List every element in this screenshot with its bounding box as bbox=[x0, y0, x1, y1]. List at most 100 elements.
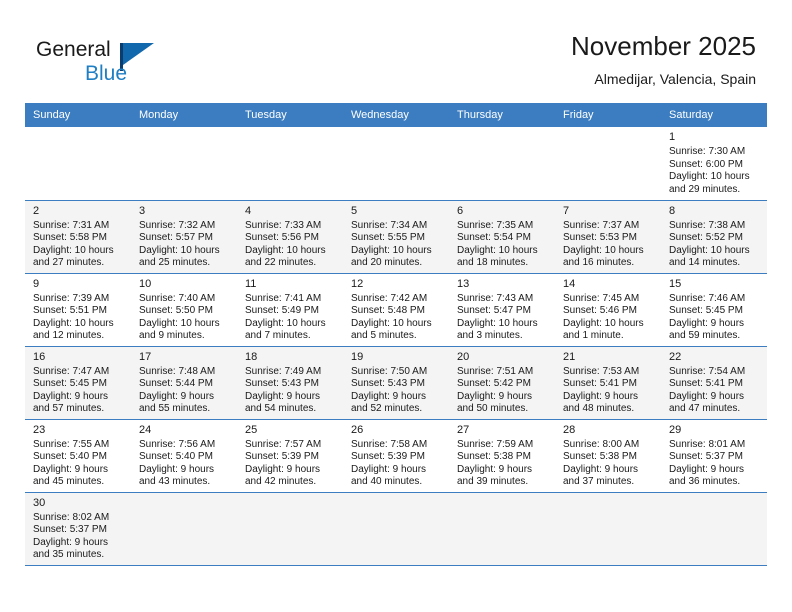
calendar-cell-empty bbox=[555, 492, 661, 566]
daylight-text-line1: Daylight: 9 hours bbox=[669, 317, 745, 329]
calendar-cell-empty bbox=[449, 127, 555, 201]
sunset-text: Sunset: 5:45 PM bbox=[33, 378, 107, 390]
daylight-text-line2: and 36 minutes. bbox=[669, 476, 741, 488]
daylight-text-line2: and 3 minutes. bbox=[457, 330, 523, 342]
calendar-day-cell[interactable]: 10 Sunrise: 7:40 AM Sunset: 5:50 PM Dayligh… bbox=[131, 273, 237, 347]
day-sun-info: Sunrise: 7:55 AM Sunset: 5:40 PM Daylight:… bbox=[33, 439, 123, 489]
calendar-day-cell[interactable]: 8 Sunrise: 7:38 AM Sunset: 5:52 PM Daylight… bbox=[661, 200, 767, 274]
daylight-text-line2: and 5 minutes. bbox=[351, 330, 417, 342]
calendar-day-cell[interactable]: 6 Sunrise: 7:35 AM Sunset: 5:54 PM Daylight… bbox=[449, 200, 555, 274]
daylight-text-line2: and 1 minute. bbox=[563, 330, 624, 342]
calendar-day-cell[interactable]: 12 Sunrise: 7:42 AM Sunset: 5:48 PM Dayligh… bbox=[343, 273, 449, 347]
day-cell-content: 29 Sunrise: 8:01 AM Sunset: 5:37 PM Dayligh… bbox=[661, 420, 767, 489]
calendar-day-cell[interactable]: 28 Sunrise: 8:00 AM Sunset: 5:38 PM Dayligh… bbox=[555, 419, 661, 493]
daylight-text-line2: and 47 minutes. bbox=[669, 403, 741, 415]
brand-logo[interactable]: General Blue bbox=[36, 38, 176, 90]
calendar-day-cell[interactable]: 16 Sunrise: 7:47 AM Sunset: 5:45 PM Dayligh… bbox=[25, 346, 131, 420]
day-cell-content: 11 Sunrise: 7:41 AM Sunset: 5:49 PM Dayligh… bbox=[237, 274, 343, 343]
calendar-day-cell[interactable]: 18 Sunrise: 7:49 AM Sunset: 5:43 PM Dayligh… bbox=[237, 346, 343, 420]
calendar-day-cell[interactable]: 23 Sunrise: 7:55 AM Sunset: 5:40 PM Dayligh… bbox=[25, 419, 131, 493]
day-cell-content: 9 Sunrise: 7:39 AM Sunset: 5:51 PM Daylight… bbox=[25, 274, 131, 343]
day-cell-content: 13 Sunrise: 7:43 AM Sunset: 5:47 PM Dayligh… bbox=[449, 274, 555, 343]
calendar-body: 1 Sunrise: 7:30 AM Sunset: 6:00 PM Daylight… bbox=[25, 127, 767, 566]
calendar-day-cell[interactable]: 9 Sunrise: 7:39 AM Sunset: 5:51 PM Daylight… bbox=[25, 273, 131, 347]
calendar-cell-empty bbox=[343, 127, 449, 201]
day-sun-info: Sunrise: 7:51 AM Sunset: 5:42 PM Daylight:… bbox=[457, 366, 547, 416]
daylight-text-line2: and 54 minutes. bbox=[245, 403, 317, 415]
sunrise-text: Sunrise: 7:30 AM bbox=[669, 146, 746, 157]
calendar-day-cell[interactable]: 11 Sunrise: 7:41 AM Sunset: 5:49 PM Dayligh… bbox=[237, 273, 343, 347]
sunrise-text: Sunrise: 7:57 AM bbox=[245, 438, 322, 450]
daylight-text-line2: and 48 minutes. bbox=[563, 403, 635, 415]
day-cell-content: 27 Sunrise: 7:59 AM Sunset: 5:38 PM Dayligh… bbox=[449, 420, 555, 489]
daylight-text-line2: and 7 minutes. bbox=[245, 330, 311, 342]
calendar-day-cell[interactable]: 25 Sunrise: 7:57 AM Sunset: 5:39 PM Dayligh… bbox=[237, 419, 343, 493]
calendar-day-cell[interactable]: 17 Sunrise: 7:48 AM Sunset: 5:44 PM Dayligh… bbox=[131, 346, 237, 420]
calendar-day-cell[interactable]: 27 Sunrise: 7:59 AM Sunset: 5:38 PM Dayligh… bbox=[449, 419, 555, 493]
page-header: General Blue November 2025 Almedijar, Va… bbox=[0, 0, 792, 103]
calendar-day-cell[interactable]: 3 Sunrise: 7:32 AM Sunset: 5:57 PM Daylight… bbox=[131, 200, 237, 274]
day-sun-info: Sunrise: 7:57 AM Sunset: 5:39 PM Daylight:… bbox=[245, 439, 335, 489]
daylight-text-line2: and 52 minutes. bbox=[351, 403, 423, 415]
day-cell-content: 7 Sunrise: 7:37 AM Sunset: 5:53 PM Daylight… bbox=[555, 201, 661, 270]
day-number: 19 bbox=[351, 350, 364, 363]
daylight-text-line1: Daylight: 9 hours bbox=[351, 390, 427, 402]
calendar-day-cell[interactable]: 5 Sunrise: 7:34 AM Sunset: 5:55 PM Daylight… bbox=[343, 200, 449, 274]
calendar-day-cell[interactable]: 29 Sunrise: 8:01 AM Sunset: 5:37 PM Dayligh… bbox=[661, 419, 767, 493]
calendar-day-cell[interactable]: 30 Sunrise: 8:02 AM Sunset: 5:37 PM Dayligh… bbox=[25, 492, 131, 566]
calendar-day-cell[interactable]: 26 Sunrise: 7:58 AM Sunset: 5:39 PM Dayligh… bbox=[343, 419, 449, 493]
sunset-text: Sunset: 5:48 PM bbox=[351, 305, 425, 317]
calendar-day-cell[interactable]: 14 Sunrise: 7:45 AM Sunset: 5:46 PM Dayligh… bbox=[555, 273, 661, 347]
day-sun-info: Sunrise: 8:00 AM Sunset: 5:38 PM Daylight:… bbox=[563, 439, 653, 489]
calendar-day-cell[interactable]: 20 Sunrise: 7:51 AM Sunset: 5:42 PM Dayligh… bbox=[449, 346, 555, 420]
day-sun-info: Sunrise: 7:49 AM Sunset: 5:43 PM Daylight:… bbox=[245, 366, 335, 416]
calendar-cell-empty bbox=[555, 127, 661, 201]
calendar-day-cell[interactable]: 24 Sunrise: 7:56 AM Sunset: 5:40 PM Dayligh… bbox=[131, 419, 237, 493]
daylight-text-line2: and 55 minutes. bbox=[139, 403, 211, 415]
day-number: 10 bbox=[139, 277, 152, 290]
sunset-text: Sunset: 5:45 PM bbox=[669, 305, 743, 317]
day-sun-info: Sunrise: 7:53 AM Sunset: 5:41 PM Daylight:… bbox=[563, 366, 653, 416]
sunset-text: Sunset: 5:55 PM bbox=[351, 232, 425, 244]
calendar-day-cell[interactable]: 13 Sunrise: 7:43 AM Sunset: 5:47 PM Dayligh… bbox=[449, 273, 555, 347]
sunset-text: Sunset: 5:47 PM bbox=[457, 305, 531, 317]
daylight-text-line1: Daylight: 9 hours bbox=[669, 463, 745, 475]
day-cell-content: 25 Sunrise: 7:57 AM Sunset: 5:39 PM Dayligh… bbox=[237, 420, 343, 489]
sunset-text: Sunset: 5:57 PM bbox=[139, 232, 213, 244]
daylight-text-line1: Daylight: 9 hours bbox=[563, 463, 639, 475]
calendar-cell-empty bbox=[237, 492, 343, 566]
daylight-text-line2: and 12 minutes. bbox=[33, 330, 105, 342]
calendar-day-cell[interactable]: 7 Sunrise: 7:37 AM Sunset: 5:53 PM Daylight… bbox=[555, 200, 661, 274]
sunrise-text: Sunrise: 7:56 AM bbox=[139, 438, 216, 450]
sunrise-text: Sunrise: 7:59 AM bbox=[457, 438, 534, 450]
calendar-day-cell[interactable]: 21 Sunrise: 7:53 AM Sunset: 5:41 PM Dayligh… bbox=[555, 346, 661, 420]
day-number: 11 bbox=[245, 277, 257, 290]
day-cell-content: 26 Sunrise: 7:58 AM Sunset: 5:39 PM Dayligh… bbox=[343, 420, 449, 489]
calendar-day-cell[interactable]: 19 Sunrise: 7:50 AM Sunset: 5:43 PM Dayligh… bbox=[343, 346, 449, 420]
calendar-day-cell[interactable]: 22 Sunrise: 7:54 AM Sunset: 5:41 PM Dayligh… bbox=[661, 346, 767, 420]
sunset-text: Sunset: 5:38 PM bbox=[457, 451, 531, 463]
day-sun-info: Sunrise: 7:45 AM Sunset: 5:46 PM Daylight:… bbox=[563, 293, 653, 343]
calendar-day-cell[interactable]: 4 Sunrise: 7:33 AM Sunset: 5:56 PM Daylight… bbox=[237, 200, 343, 274]
day-sun-info: Sunrise: 7:31 AM Sunset: 5:58 PM Daylight:… bbox=[33, 220, 123, 270]
daylight-text-line1: Daylight: 9 hours bbox=[245, 463, 321, 475]
daylight-text-line2: and 25 minutes. bbox=[139, 257, 211, 269]
daylight-text-line2: and 29 minutes. bbox=[669, 183, 741, 195]
sunset-text: Sunset: 5:58 PM bbox=[33, 232, 107, 244]
calendar-day-cell[interactable]: 2 Sunrise: 7:31 AM Sunset: 5:58 PM Daylight… bbox=[25, 200, 131, 274]
daylight-text-line1: Daylight: 10 hours bbox=[563, 317, 644, 329]
daylight-text-line1: Daylight: 10 hours bbox=[139, 244, 220, 256]
sunrise-text: Sunrise: 7:35 AM bbox=[457, 219, 534, 231]
day-cell-content: 20 Sunrise: 7:51 AM Sunset: 5:42 PM Dayligh… bbox=[449, 347, 555, 416]
day-sun-info: Sunrise: 7:56 AM Sunset: 5:40 PM Daylight:… bbox=[139, 439, 229, 489]
daylight-text-line1: Daylight: 10 hours bbox=[245, 317, 326, 329]
daylight-text-line1: Daylight: 9 hours bbox=[33, 463, 109, 475]
calendar-day-cell[interactable]: 15 Sunrise: 7:46 AM Sunset: 5:45 PM Dayligh… bbox=[661, 273, 767, 347]
day-sun-info: Sunrise: 7:50 AM Sunset: 5:43 PM Daylight:… bbox=[351, 366, 441, 416]
flag-sail bbox=[123, 43, 154, 65]
day-cell-content: 5 Sunrise: 7:34 AM Sunset: 5:55 PM Daylight… bbox=[343, 201, 449, 270]
day-number: 8 bbox=[669, 204, 676, 217]
calendar-cell-empty bbox=[25, 127, 131, 201]
calendar-day-cell[interactable]: 1 Sunrise: 7:30 AM Sunset: 6:00 PM Daylight… bbox=[661, 127, 767, 201]
daylight-text-line1: Daylight: 9 hours bbox=[669, 390, 745, 402]
